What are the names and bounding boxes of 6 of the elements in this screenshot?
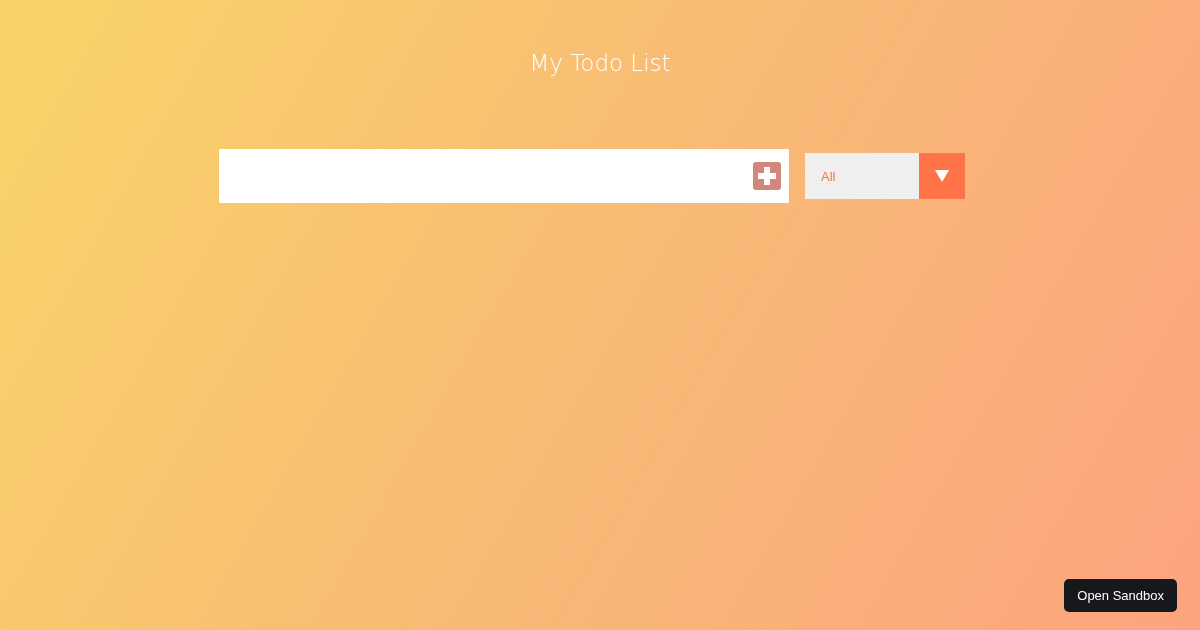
page-title: My Todo List (529, 49, 671, 76)
plus-icon (753, 162, 781, 190)
todo-input-field[interactable] (219, 149, 789, 203)
open-sandbox-button[interactable]: Open Sandbox (1064, 579, 1177, 612)
caret-down-icon (935, 170, 949, 182)
add-button[interactable] (753, 162, 781, 190)
